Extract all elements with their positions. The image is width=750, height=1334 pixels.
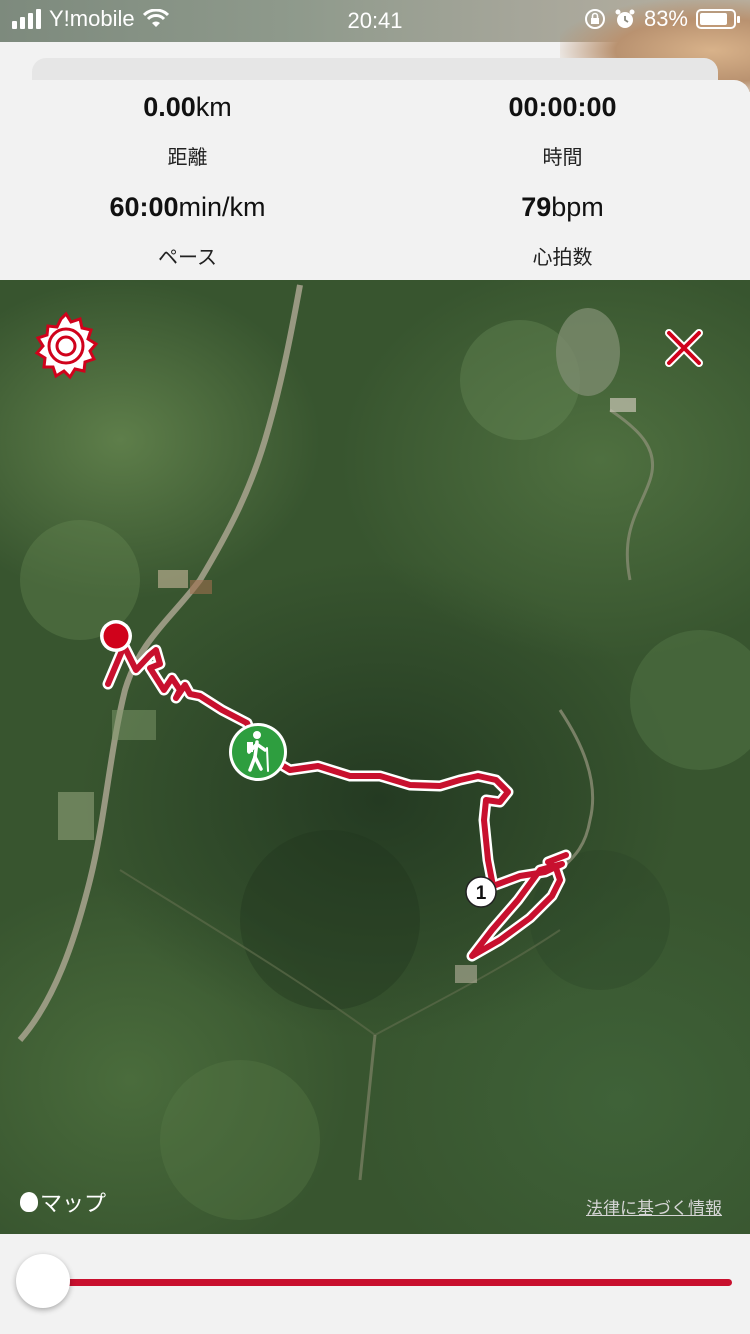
status-bar: Y!mobile 20:41 83% xyxy=(0,0,750,92)
time-value: 00:00:00 xyxy=(508,92,617,122)
maps-attribution-text: マップ xyxy=(40,1191,107,1216)
close-icon xyxy=(665,329,703,367)
status-right: 83% xyxy=(584,6,740,32)
pace-label: ペース xyxy=(158,247,217,269)
heart-rate-unit: bpm xyxy=(551,192,604,222)
distance-stat: 0.00km 距離 xyxy=(0,92,375,170)
battery-icon xyxy=(696,9,740,29)
playback-track[interactable] xyxy=(42,1279,732,1286)
pace-stat: 60:00min/km ペース xyxy=(0,192,375,270)
battery-percent: 83% xyxy=(643,6,688,31)
waypoint-label: 1 xyxy=(476,883,487,904)
stats-panel: 0.00km 距離 00:00:00 時間 60:00min/km ペース 79… xyxy=(0,80,750,280)
playback-bar xyxy=(0,1234,750,1334)
distance-label: 距離 xyxy=(167,147,208,169)
apple-maps-attribution[interactable]: マップ xyxy=(20,1186,106,1218)
legal-info-link[interactable]: 法律に基づく情報 xyxy=(586,1194,722,1219)
satellite-map[interactable]: 1 マップ 法律に基づく情報 xyxy=(0,280,750,1234)
apple-logo-icon xyxy=(20,1192,38,1212)
settings-button[interactable] xyxy=(30,310,102,382)
map-terrain: 1 xyxy=(17,284,750,1220)
time-stat: 00:00:00 時間 xyxy=(375,92,750,170)
distance-unit: km xyxy=(195,92,232,122)
close-button[interactable] xyxy=(664,328,704,368)
heart-rate-label: 心拍数 xyxy=(532,247,593,269)
heart-rate-value: 79 xyxy=(521,192,552,222)
pace-unit: min/km xyxy=(178,192,266,222)
distance-value: 0.00 xyxy=(143,92,196,122)
pace-value: 60:00 xyxy=(109,192,179,222)
alarm-icon xyxy=(615,9,635,28)
time-label: 時間 xyxy=(542,147,583,169)
hiker-position-marker[interactable] xyxy=(229,723,287,781)
waypoint-marker[interactable]: 1 xyxy=(465,876,497,908)
gear-icon xyxy=(34,311,99,380)
playback-slider-thumb[interactable] xyxy=(16,1254,70,1308)
heart-rate-stat: 79bpm 心拍数 xyxy=(375,192,750,270)
route-end-marker[interactable] xyxy=(100,620,132,652)
orientation-lock-icon xyxy=(584,9,605,29)
